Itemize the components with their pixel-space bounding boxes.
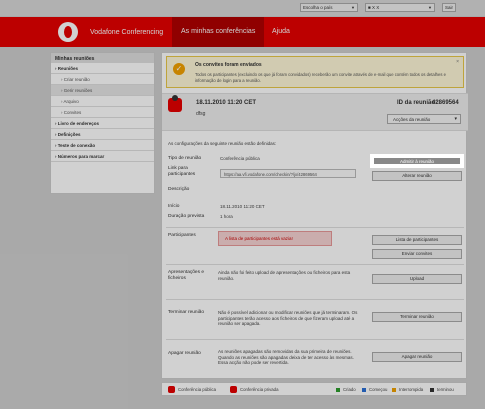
meeting-date: 18.11.2010 11:20 CET xyxy=(196,100,257,106)
ended-status-icon xyxy=(430,388,434,392)
participant-link-label: Link para participantes xyxy=(168,166,196,177)
upload-button[interactable]: Upload xyxy=(372,274,462,284)
user-select-value: X X xyxy=(371,5,380,10)
meeting-actions-dropdown[interactable]: Acções da reunião ▾ xyxy=(387,114,461,124)
meeting-id-label: ID da reunião: xyxy=(397,100,438,106)
start-value: 18.11.2010 11:20 CET xyxy=(220,204,265,209)
legend-created: Criado xyxy=(343,387,356,392)
sidebar-item-manage-meetings[interactable]: › Gerir reuniões xyxy=(51,85,154,96)
public-conference-icon xyxy=(168,386,175,393)
country-select-value: Escolha o país xyxy=(303,5,333,10)
country-select[interactable]: Escolha o país ▼ xyxy=(300,3,358,12)
invites-sent-notice: ✓ Os convites foram enviados Todos os pa… xyxy=(166,56,464,88)
end-meeting-label: Terminar reunião xyxy=(168,310,204,315)
private-conference-icon xyxy=(230,386,237,393)
presentations-text: Ainda não foi feito upload de apresentaç… xyxy=(218,270,351,281)
checkmark-icon: ✓ xyxy=(173,63,185,75)
start-label: Início xyxy=(168,204,180,209)
legend-interrupted: Interrompida xyxy=(399,387,424,392)
sidebar: Minhas reuniões › Reuniões › Criar reuni… xyxy=(50,52,155,194)
divider xyxy=(166,264,464,265)
legend-ended: terminou xyxy=(437,387,454,392)
settings-note: As configurações da seguinte reunião est… xyxy=(168,141,277,146)
sidebar-item-meetings[interactable]: › Reuniões xyxy=(51,63,154,74)
edit-meeting-button[interactable]: Alterar reunião xyxy=(372,171,462,181)
started-status-icon xyxy=(362,388,366,392)
delete-meeting-button[interactable]: Apagar reunião xyxy=(372,352,462,362)
utility-bar: Escolha o país ▼ ■ X X ▼ Sair xyxy=(0,0,485,16)
meeting-actions-label: Acções da reunião xyxy=(393,117,431,122)
meeting-name: dfsg xyxy=(196,111,206,117)
admit-meeting-button[interactable]: Admitir à reunião xyxy=(372,156,462,166)
delete-meeting-text: As reuniões apagadas são removidas da su… xyxy=(218,349,354,365)
divider xyxy=(166,299,464,300)
notice-title: Os convites foram enviados xyxy=(195,62,262,68)
sidebar-title: Minhas reuniões xyxy=(51,53,154,63)
sidebar-item-invites[interactable]: › Convites xyxy=(51,107,154,118)
chevron-down-icon: ▼ xyxy=(428,5,432,10)
sidebar-item-address-book[interactable]: › Livro de endereços xyxy=(51,118,154,129)
participant-link-field[interactable]: https://aa.vfi.vodafone.com/checkin/?/jx… xyxy=(220,169,356,178)
close-icon[interactable]: × xyxy=(456,59,459,65)
brand-title: Vodafone Conferencing xyxy=(90,29,164,36)
logout-button[interactable]: Sair xyxy=(442,3,456,12)
divider xyxy=(166,339,464,340)
sidebar-item-create-meeting[interactable]: › Criar reunião xyxy=(51,74,154,85)
description-label: Descrição xyxy=(168,187,190,192)
duration-label: Duração prevista xyxy=(168,214,205,219)
meeting-detail-panel: ✓ Os convites foram enviados Todos os pa… xyxy=(161,52,468,379)
legend-private: Conferência privada xyxy=(240,387,279,392)
send-invites-button[interactable]: Enviar convites xyxy=(372,249,462,259)
chevron-down-icon: ▼ xyxy=(351,5,355,10)
participant-list-button[interactable]: Lista de participantes xyxy=(372,235,462,245)
presentations-label: Apresentações e ficheiros xyxy=(168,270,205,281)
interrupted-status-icon xyxy=(392,388,396,392)
meeting-type-value: Conferência pública xyxy=(220,156,260,161)
delete-meeting-label: Apagar reunião xyxy=(168,351,201,356)
meeting-id: 42869564 xyxy=(432,100,459,106)
vodafone-logo-icon[interactable] xyxy=(58,22,78,42)
sidebar-item-settings[interactable]: › Definições xyxy=(51,129,154,140)
participants-label: Participantes xyxy=(168,233,196,238)
chevron-down-icon: ▾ xyxy=(454,116,457,122)
divider xyxy=(166,227,464,228)
tab-help[interactable]: Ajuda xyxy=(263,17,299,47)
duration-value: 1 hora xyxy=(220,214,233,219)
public-conference-icon xyxy=(168,95,182,112)
status-legend: Conferência pública Conferência privada … xyxy=(161,382,467,396)
notice-text: Todos os participantes (excluindo os que… xyxy=(195,72,446,83)
tab-my-conferences[interactable]: As minhas conferências xyxy=(172,17,265,47)
end-meeting-text: Não é possível adicionar ou modificar re… xyxy=(218,310,358,326)
sidebar-item-connection-test[interactable]: › Teste de conexão xyxy=(51,140,154,151)
sidebar-item-dial-numbers[interactable]: › Números para marcar xyxy=(51,151,154,162)
end-meeting-button[interactable]: Terminar reunião xyxy=(372,312,462,322)
created-status-icon xyxy=(336,388,340,392)
legend-started: Começou xyxy=(369,387,388,392)
meeting-header: 18.11.2010 11:20 CET dfsg ID da reunião:… xyxy=(162,93,468,131)
meeting-type-label: Tipo de reunião xyxy=(168,156,202,161)
sidebar-item-archive[interactable]: › Arquivo xyxy=(51,96,154,107)
app-header: Vodafone Conferencing As minhas conferên… xyxy=(0,17,485,47)
legend-public: Conferência pública xyxy=(178,387,216,392)
user-select[interactable]: ■ X X ▼ xyxy=(365,3,435,12)
participants-empty-error: A lista de participantes está vazia! xyxy=(218,231,332,246)
